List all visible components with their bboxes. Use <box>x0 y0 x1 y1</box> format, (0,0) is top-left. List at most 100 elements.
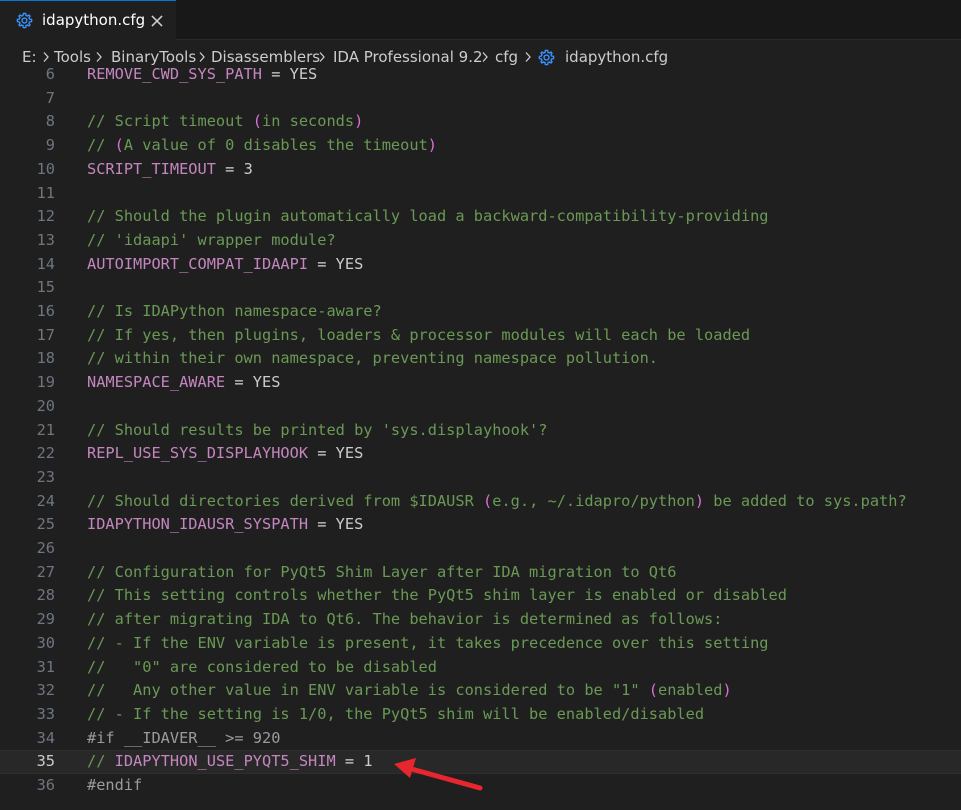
line-number: 23 <box>36 467 55 486</box>
code-line[interactable]: 17 // If yes, then plugins, loaders & pro… <box>0 324 961 348</box>
line-number: 19 <box>36 373 55 392</box>
code-token-comment: // Should directories derived from $IDAU… <box>87 491 484 510</box>
code-token-comment: // - If the setting is 1/0, the PyQt5 sh… <box>87 704 705 723</box>
code-line[interactable]: 31 // "0" are considered to be disabled <box>0 656 961 680</box>
code-token-key: SCRIPT_TIMEOUT <box>87 159 216 178</box>
code-line[interactable]: 9 // (A value of 0 disables the timeout) <box>0 134 961 158</box>
line-number: 24 <box>36 491 55 510</box>
code-token-comment: // after migrating IDA to Qt6. The behav… <box>87 610 723 629</box>
code-line[interactable]: 16 // Is IDAPython namespace-aware? <box>0 300 961 324</box>
red-arrow-icon <box>394 758 483 791</box>
line-code: // - If the ENV variable is present, it … <box>87 632 769 656</box>
code-line[interactable]: 26 <box>0 537 961 561</box>
line-number: 30 <box>36 633 55 652</box>
code-line[interactable]: 6 REMOVE_CWD_SYS_PATH = YES <box>0 64 961 87</box>
tab-title: idapython.cfg <box>42 11 146 29</box>
close-icon[interactable] <box>148 12 166 30</box>
line-number: 32 <box>36 681 55 700</box>
code-line[interactable]: 13 // 'idaapi' wrapper module? <box>0 229 961 253</box>
code-token-op: = <box>261 65 290 83</box>
line-code: // Should the plugin automatically load … <box>87 205 769 229</box>
code-token-val: YES <box>335 444 364 463</box>
line-code: AUTOIMPORT_COMPAT_IDAAPI = YES <box>87 253 363 277</box>
code-token-val: YES <box>335 515 364 534</box>
code-token-op: = <box>335 752 364 771</box>
code-token-comment: // If yes, then plugins, loaders & proce… <box>87 325 751 344</box>
code-token-val: 1 <box>363 752 373 771</box>
code-line[interactable]: 25 IDAPYTHON_IDAUSR_SYSPATH = YES <box>0 513 961 537</box>
line-code: // If yes, then plugins, loaders & proce… <box>87 324 750 348</box>
line-number: 34 <box>36 728 55 747</box>
code-token-paren: ( <box>114 136 124 155</box>
line-code: // Is IDAPython namespace-aware? <box>87 300 382 324</box>
line-number: 13 <box>36 230 55 249</box>
code-line[interactable]: 24 // Should directories derived from $ID… <box>0 490 961 514</box>
line-number: 33 <box>36 704 55 723</box>
code-token-comment: in seconds <box>262 112 355 131</box>
code-line[interactable]: 22 REPL_USE_SYS_DISPLAYHOOK = YES <box>0 442 961 466</box>
code-token-key: REMOVE_CWD_SYS_PATH <box>87 65 262 83</box>
code-line[interactable]: 20 <box>0 395 961 419</box>
code-token-key: AUTOIMPORT_COMPAT_IDAAPI <box>87 254 309 273</box>
code-token-comment: // <box>87 752 115 771</box>
line-code: SCRIPT_TIMEOUT = 3 <box>87 158 253 182</box>
code-token-paren: ( <box>483 491 493 510</box>
code-line[interactable]: 29 // after migrating IDA to Qt6. The beh… <box>0 608 961 632</box>
code-line[interactable]: 11 <box>0 182 961 206</box>
code-token-comment: // Should the plugin automatically load … <box>87 207 769 226</box>
code-line[interactable]: 19 NAMESPACE_AWARE = YES <box>0 371 961 395</box>
code-line[interactable]: 8 // Script timeout (in seconds) <box>0 110 961 134</box>
code-line[interactable]: 10 SCRIPT_TIMEOUT = 3 <box>0 158 961 182</box>
code-line[interactable]: 33 // - If the setting is 1/0, the PyQt5 … <box>0 703 961 727</box>
line-code: REPL_USE_SYS_DISPLAYHOOK = YES <box>87 442 363 466</box>
line-code: // Should directories derived from $IDAU… <box>87 490 907 514</box>
line-number: 17 <box>36 325 55 344</box>
line-number: 29 <box>36 610 55 629</box>
code-token-val: YES <box>335 254 364 273</box>
code-line[interactable]: 7 <box>0 87 961 111</box>
line-number: 14 <box>36 254 55 273</box>
line-number: 12 <box>36 207 55 226</box>
code-line[interactable]: 28 // This setting controls whether the P… <box>0 584 961 608</box>
chevron-right-icon <box>43 52 49 62</box>
code-token-key: NAMESPACE_AWARE <box>87 373 226 392</box>
chevron-right-icon <box>96 52 102 62</box>
code-line[interactable]: 32 // Any other value in ENV variable is … <box>0 679 961 703</box>
code-line[interactable]: 34 #if __IDAVER__ >= 920 <box>0 727 961 751</box>
code-token-paren: ( <box>252 112 262 131</box>
code-token-op: = <box>308 444 336 463</box>
code-line[interactable]: 21 // Should results be printed by 'sys.d… <box>0 419 961 443</box>
line-code: // after migrating IDA to Qt6. The behav… <box>87 608 722 632</box>
code-token-op: = <box>308 254 336 273</box>
code-token-comment: // "0" are considered to be disabled <box>87 657 437 676</box>
code-token-paren: ) <box>427 136 437 155</box>
code-token-comment: A value of 0 disables the timeout <box>123 136 428 155</box>
line-code: // Should results be printed by 'sys.dis… <box>87 419 547 443</box>
line-number: 35 <box>36 752 55 771</box>
code-token-comment: // Should results be printed by 'sys.dis… <box>87 420 548 439</box>
code-token-comment: be added to sys.path? <box>704 491 907 510</box>
code-line[interactable]: 15 <box>0 276 961 300</box>
line-number: 31 <box>36 657 55 676</box>
line-code: // IDAPYTHON_USE_PYQT5_SHIM = 1 <box>87 750 373 774</box>
line-number: 22 <box>36 444 55 463</box>
line-number: 18 <box>36 349 55 368</box>
line-code: NAMESPACE_AWARE = YES <box>87 371 280 395</box>
code-line[interactable]: 30 // - If the ENV variable is present, i… <box>0 632 961 656</box>
line-number: 8 <box>45 112 55 131</box>
code-line[interactable]: 27 // Configuration for PyQt5 Shim Layer … <box>0 561 961 585</box>
tab-idapython-cfg[interactable]: idapython.cfg <box>0 0 176 40</box>
code-line[interactable]: 23 <box>0 466 961 490</box>
code-line[interactable]: 14 AUTOIMPORT_COMPAT_IDAAPI = YES <box>0 253 961 277</box>
chevron-right-icon <box>319 52 325 62</box>
code-token-comment: // - If the ENV variable is present, it … <box>87 633 769 652</box>
chevron-right-icon <box>199 52 205 62</box>
code-line[interactable]: 12 // Should the plugin automatically loa… <box>0 205 961 229</box>
line-number: 10 <box>36 159 55 178</box>
code-token-comment: // This setting controls whether the PyQ… <box>87 586 787 605</box>
line-number: 6 <box>45 65 55 83</box>
code-token-pre: #if __IDAVER__ >= 920 <box>87 728 281 747</box>
code-line[interactable]: 18 // within their own namespace, prevent… <box>0 347 961 371</box>
line-code: // (A value of 0 disables the timeout) <box>87 134 437 158</box>
code-editor[interactable]: 6 REMOVE_CWD_SYS_PATH = YES 7 8 // Script ti… <box>0 64 961 810</box>
